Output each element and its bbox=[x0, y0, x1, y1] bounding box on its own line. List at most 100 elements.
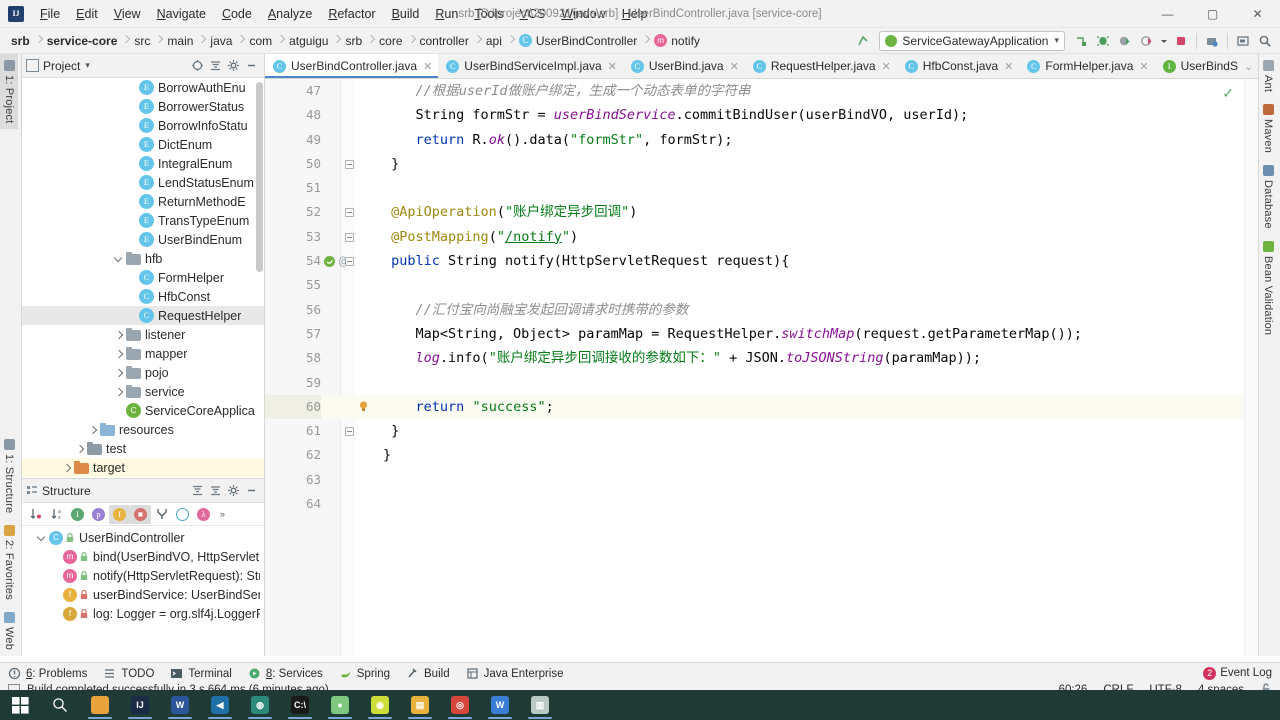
breadcrumb-item-java[interactable]: java bbox=[205, 31, 237, 51]
close-tab-icon[interactable]: ✕ bbox=[608, 60, 617, 73]
stop-icon[interactable] bbox=[1170, 30, 1192, 52]
line-number[interactable]: 55 bbox=[265, 273, 321, 297]
locate-icon[interactable] bbox=[188, 57, 206, 75]
project-tree[interactable]: E BorrowAuthEnu E BorrowerStatus E BorrowInfo… bbox=[22, 78, 264, 478]
breadcrumb-item-srb[interactable]: srb bbox=[340, 31, 367, 51]
chevron-closed-icon[interactable] bbox=[61, 462, 73, 474]
line-number[interactable]: 47 bbox=[265, 79, 321, 103]
editor-tab-formhelper-java[interactable]: C FormHelper.java ✕ bbox=[1019, 54, 1155, 78]
app-icon-1[interactable] bbox=[80, 690, 120, 720]
breadcrumb-item-main[interactable]: main bbox=[162, 31, 198, 51]
line-number[interactable]: 49 bbox=[265, 128, 321, 152]
fold-marker[interactable] bbox=[345, 427, 354, 437]
structure-node[interactable]: f userBindService: UserBindServic bbox=[22, 585, 264, 604]
editor-error-stripe[interactable] bbox=[1244, 79, 1258, 656]
hide-icon[interactable] bbox=[242, 482, 260, 500]
sort-alphabetically-icon[interactable]: az bbox=[46, 505, 67, 524]
tree-node[interactable]: E BorrowAuthEnu bbox=[22, 78, 264, 97]
start-button[interactable] bbox=[0, 690, 40, 720]
notepad-icon[interactable]: ▥ bbox=[520, 690, 560, 720]
line-number[interactable]: 53 bbox=[265, 225, 321, 249]
tool-button-web[interactable]: Web bbox=[0, 606, 18, 656]
breadcrumb-item-com[interactable]: com bbox=[244, 31, 277, 51]
breadcrumb-item-notify[interactable]: m notify bbox=[649, 31, 705, 51]
expand-all-icon[interactable] bbox=[188, 482, 206, 500]
menu-file[interactable]: File bbox=[32, 2, 68, 26]
intellij-idea-icon[interactable]: IJ bbox=[120, 690, 160, 720]
tool-button-database[interactable]: Database bbox=[1259, 159, 1277, 235]
editor-tab-userbindcontroller-java[interactable]: C UserBindController.java ✕ bbox=[265, 54, 439, 78]
show-inherited-icon[interactable]: I bbox=[67, 505, 88, 524]
show-non-public-icon[interactable]: ■ bbox=[130, 504, 151, 524]
code-content[interactable]: 47 //根据userId做账户绑定，生成一个动态表单的字符串 48 String… bbox=[265, 79, 1258, 656]
tree-node[interactable]: hfb bbox=[22, 249, 264, 268]
maximize-button[interactable]: ▢ bbox=[1190, 0, 1235, 28]
search-icon[interactable] bbox=[40, 690, 80, 720]
app-icon-4[interactable]: ◉ bbox=[360, 690, 400, 720]
editor-tab-hfbconst-java[interactable]: C HfbConst.java ✕ bbox=[896, 54, 1020, 78]
line-number[interactable]: 51 bbox=[265, 176, 321, 200]
tree-node[interactable]: target bbox=[22, 458, 264, 477]
line-number[interactable]: 54 bbox=[265, 249, 321, 273]
tree-node[interactable]: E LendStatusEnum bbox=[22, 173, 264, 192]
chevron-down-icon[interactable] bbox=[1158, 30, 1170, 52]
chevron-closed-icon[interactable] bbox=[113, 367, 125, 379]
menu-refactor[interactable]: Refactor bbox=[320, 2, 383, 26]
menu-help[interactable]: Help bbox=[614, 2, 656, 26]
structure-node[interactable]: C UserBindController bbox=[22, 528, 264, 547]
tree-node[interactable]: C RequestHelper bbox=[22, 306, 264, 325]
group-by-icon[interactable] bbox=[151, 505, 172, 524]
inspection-status-icon[interactable]: ✓ bbox=[1222, 85, 1234, 102]
settings-icon[interactable] bbox=[224, 57, 242, 75]
menu-window[interactable]: Window bbox=[553, 2, 613, 26]
breadcrumb-item-atguigu[interactable]: atguigu bbox=[284, 31, 333, 51]
tool-button-beanvalidation[interactable]: Bean Validation bbox=[1259, 235, 1277, 341]
spring-bean-gutter-icon[interactable]: @ bbox=[321, 253, 355, 269]
editor-tab-userbind-java[interactable]: C UserBind.java ✕ bbox=[622, 54, 745, 78]
minimize-button[interactable]: — bbox=[1145, 0, 1190, 28]
tree-node[interactable]: C HfbConst bbox=[22, 287, 264, 306]
menu-tools[interactable]: Tools bbox=[466, 2, 511, 26]
breadcrumb-item-userbindcontroller[interactable]: C UserBindController bbox=[514, 31, 642, 51]
line-number[interactable]: 50 bbox=[265, 152, 321, 176]
editor-tab-userbinds[interactable]: I UserBindS ⌄ bbox=[1154, 54, 1258, 78]
run-with-coverage-icon[interactable] bbox=[1136, 30, 1158, 52]
line-number[interactable]: 63 bbox=[265, 468, 321, 492]
line-number[interactable]: 59 bbox=[265, 371, 321, 395]
tree-node[interactable]: E TransTypeEnum bbox=[22, 211, 264, 230]
collapse-all-icon[interactable] bbox=[206, 482, 224, 500]
close-tab-icon[interactable]: ✕ bbox=[1004, 60, 1013, 73]
intention-bulb-icon[interactable] bbox=[357, 400, 370, 413]
fold-marker[interactable] bbox=[345, 232, 354, 242]
tree-node[interactable]: E ReturnMethodE bbox=[22, 192, 264, 211]
structure-node[interactable]: m bind(UserBindVO, HttpServletRe bbox=[22, 547, 264, 566]
run-configuration-selector[interactable]: ServiceGatewayApplication ▾ bbox=[879, 30, 1065, 51]
close-tab-icon[interactable]: ✕ bbox=[730, 60, 739, 73]
chevron-closed-icon[interactable] bbox=[113, 348, 125, 360]
close-tab-icon[interactable]: ✕ bbox=[1139, 60, 1148, 73]
show-fields-icon[interactable]: f bbox=[109, 504, 130, 524]
tree-node[interactable]: pojo bbox=[22, 363, 264, 382]
chrome-icon[interactable]: ◎ bbox=[440, 690, 480, 720]
menu-analyze[interactable]: Analyze bbox=[260, 2, 320, 26]
close-tab-icon[interactable]: ✕ bbox=[423, 60, 432, 73]
chevron-closed-icon[interactable] bbox=[87, 424, 99, 436]
chevron-closed-icon[interactable] bbox=[74, 443, 86, 455]
chevron-open-icon[interactable] bbox=[113, 253, 125, 265]
build-icon[interactable] bbox=[1070, 30, 1092, 52]
back-arrow-icon[interactable] bbox=[852, 30, 874, 52]
fold-marker[interactable] bbox=[345, 159, 354, 169]
tool-button-maven[interactable]: Maven bbox=[1259, 98, 1277, 159]
breadcrumb-item-api[interactable]: api bbox=[481, 31, 507, 51]
settings-icon[interactable] bbox=[224, 482, 242, 500]
line-number[interactable]: 52 bbox=[265, 200, 321, 224]
hide-icon[interactable] bbox=[242, 57, 260, 75]
collapse-all-icon[interactable] bbox=[206, 57, 224, 75]
breadcrumb-item-srb[interactable]: srb bbox=[6, 31, 35, 51]
chevron-closed-icon[interactable] bbox=[113, 329, 125, 341]
code-editor[interactable]: 47 //根据userId做账户绑定，生成一个动态表单的字符串 48 String… bbox=[265, 79, 1258, 656]
tool-button-project[interactable]: 1: Project bbox=[0, 54, 18, 130]
tree-node[interactable]: test bbox=[22, 439, 264, 458]
chevron-open-icon[interactable] bbox=[36, 532, 48, 544]
close-button[interactable]: ✕ bbox=[1235, 0, 1280, 28]
